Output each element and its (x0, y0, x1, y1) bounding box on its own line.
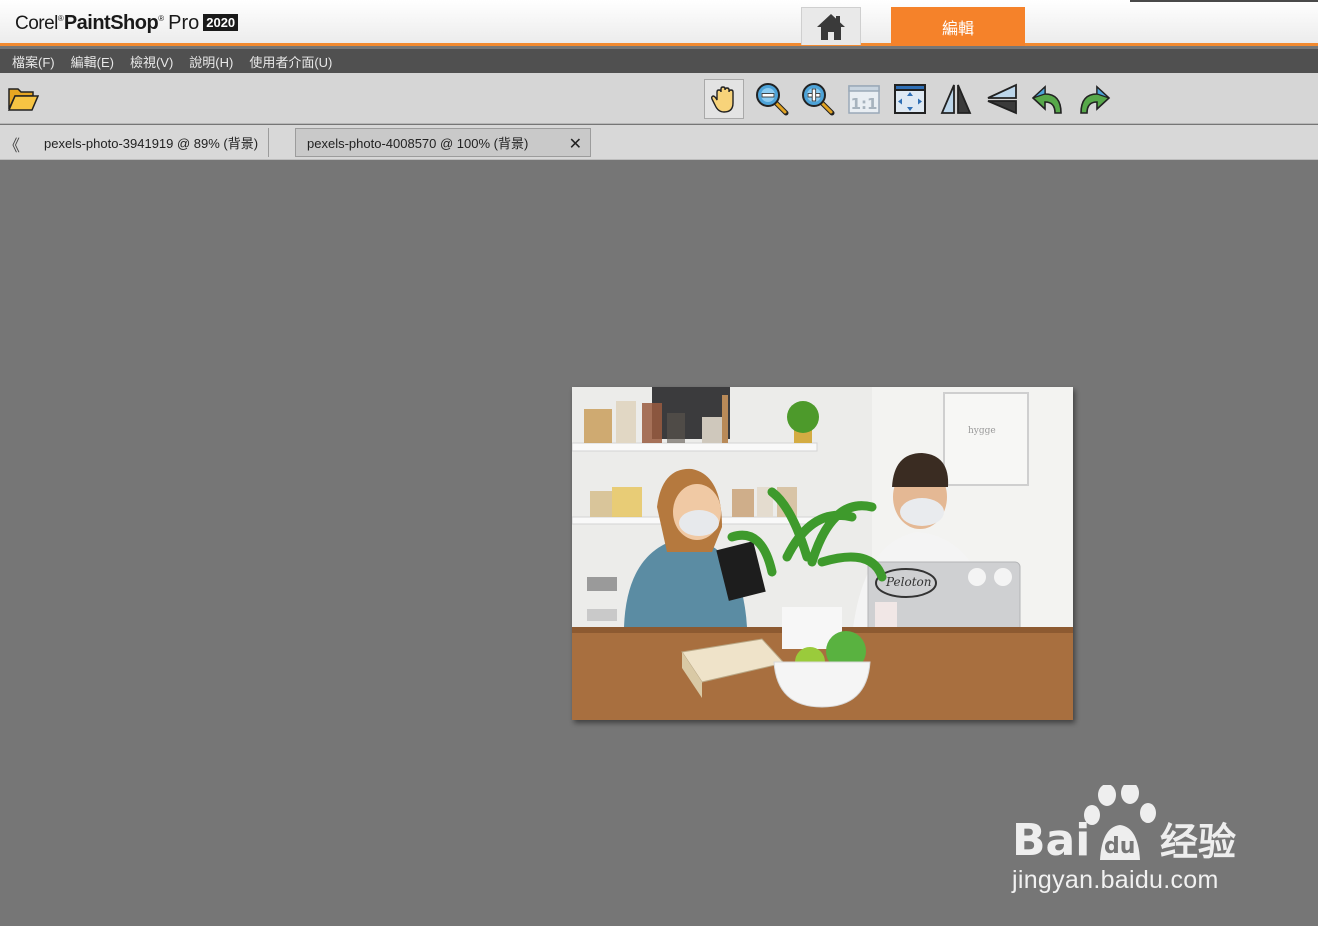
home-button[interactable] (801, 7, 861, 45)
zoom-in-button[interactable] (798, 79, 838, 119)
logo-corel: Corel (15, 13, 58, 34)
document-tab-bar: 《 pexels-photo-3941919 @ 89% (背景) pexels… (0, 125, 1318, 160)
fit-window-icon (894, 84, 926, 114)
actual-size-label: 1:1 (851, 95, 878, 113)
logo-paintshop: PaintShop (63, 12, 159, 34)
menu-user-interface[interactable]: 使用者介面(U) (249, 52, 332, 71)
mirror-button[interactable] (982, 79, 1022, 119)
photo-canvas: hygge Peloton (572, 387, 1073, 720)
title-divider (1130, 0, 1318, 2)
open-folder-icon (7, 88, 40, 111)
flip-horizontal-icon (940, 84, 972, 114)
document-tab-active[interactable]: pexels-photo-4008570 @ 100% (背景) ✕ (295, 128, 591, 157)
actual-size-icon: 1:1 (848, 85, 880, 114)
tab-scroll-left-icon[interactable]: 《 (4, 132, 20, 156)
menu-edit[interactable]: 編輯(E) (71, 52, 114, 71)
menu-file[interactable]: 檔案(F) (12, 52, 55, 71)
title-bar: Corel ® PaintShop ® Pro 2020 編輯 (0, 0, 1318, 46)
open-folder-button[interactable] (7, 83, 40, 115)
fit-window-button[interactable] (890, 79, 930, 119)
mirror-icon (987, 83, 1017, 115)
logo-pro: Pro (168, 12, 200, 34)
pan-hand-icon (710, 86, 734, 113)
rotate-right-icon (1080, 85, 1111, 114)
watermark-suffix: 经验 (1160, 820, 1236, 864)
actual-size-button[interactable]: 1:1 (844, 79, 884, 119)
document-tab-label: pexels-photo-4008570 @ 100% (背景) (307, 136, 529, 151)
menu-view[interactable]: 檢視(V) (130, 52, 173, 71)
menu-bar: 檔案(F) 編輯(E) 檢視(V) 說明(H) 使用者介面(U) (0, 49, 1318, 73)
toolbar: 1:1 (0, 73, 1318, 124)
close-icon[interactable]: ✕ (569, 134, 582, 154)
svg-text:du: du (1104, 834, 1135, 859)
zoom-out-icon (756, 83, 789, 116)
rotate-left-button[interactable] (1028, 79, 1068, 119)
pan-tool-button[interactable] (704, 79, 744, 119)
zoom-out-button[interactable] (752, 79, 792, 119)
flip-button[interactable] (936, 79, 976, 119)
zoom-in-icon (802, 83, 835, 116)
watermark-url: jingyan.baidu.com (1012, 866, 1219, 894)
app-logo: Corel ® PaintShop ® Pro 2020 (15, 12, 239, 35)
logo-year: 2020 (203, 14, 239, 31)
menu-help[interactable]: 說明(H) (189, 52, 233, 71)
watermark-brand: Bai (1012, 815, 1090, 866)
rotate-left-icon (1031, 85, 1062, 114)
home-icon (817, 13, 845, 40)
document-tab[interactable]: pexels-photo-3941919 @ 89% (背景) (34, 128, 270, 157)
svg-text:Peloton: Peloton (885, 575, 931, 589)
edit-workspace-tab[interactable]: 編輯 (891, 7, 1025, 46)
svg-text:hygge: hygge (968, 426, 996, 436)
document-tab-label: pexels-photo-3941919 @ 89% (背景) (44, 136, 259, 151)
rotate-right-button[interactable] (1074, 79, 1114, 119)
document-image[interactable]: hygge Peloton (572, 387, 1073, 720)
